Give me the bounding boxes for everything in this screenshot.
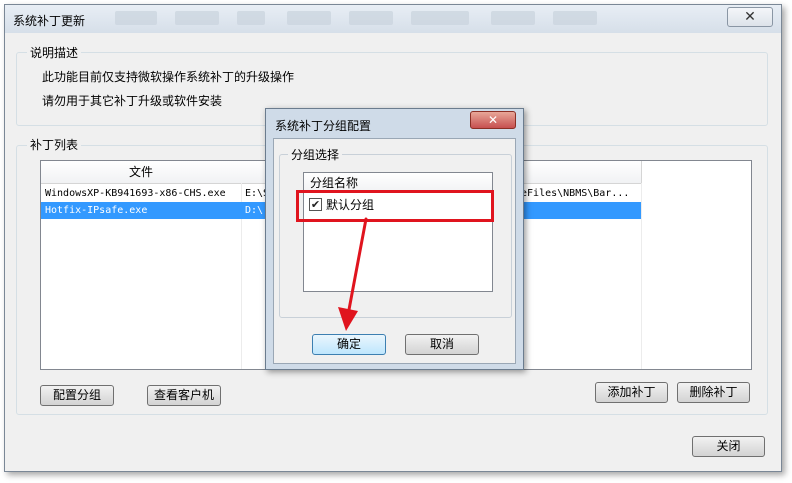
column-divider — [641, 183, 642, 369]
window-title: 系统补丁更新 — [13, 14, 86, 28]
row-file: WindowsXP-KB941693-x86-CHS.exe — [45, 188, 226, 199]
dialog-close-button[interactable]: ✕ — [470, 111, 516, 129]
description-group-label: 说明描述 — [27, 44, 82, 61]
row-path-tail: reFiles\NBMS\Bar... — [515, 188, 630, 199]
annotation-highlight-box — [296, 190, 494, 222]
ok-button[interactable]: 确定 — [312, 334, 386, 355]
column-header-file[interactable]: 文件 — [41, 161, 242, 184]
close-button[interactable]: 关闭 — [692, 436, 765, 457]
configure-group-button[interactable]: 配置分组 — [40, 385, 114, 406]
view-clients-button[interactable]: 查看客户机 — [147, 385, 221, 406]
delete-patch-button[interactable]: 删除补丁 — [677, 382, 750, 403]
group-select-label: 分组选择 — [288, 146, 343, 163]
annotation-arrow-icon — [338, 217, 368, 331]
patch-list-group-label: 补丁列表 — [27, 136, 82, 153]
description-line-1: 此功能目前仅支持微软操作系统补丁的升级操作 — [42, 70, 295, 84]
window-close-button[interactable]: ✕ — [727, 7, 773, 27]
dialog-title: 系统补丁分组配置 — [275, 119, 372, 133]
add-patch-button[interactable]: 添加补丁 — [595, 382, 668, 403]
row-file: Hotfix-IPsafe.exe — [45, 205, 148, 216]
main-titlebar[interactable]: 系统补丁更新 ✕ — [5, 5, 781, 33]
description-line-2: 请勿用于其它补丁升级或软件安装 — [42, 94, 223, 108]
cancel-button[interactable]: 取消 — [405, 334, 479, 355]
background-toolbar — [115, 11, 675, 27]
